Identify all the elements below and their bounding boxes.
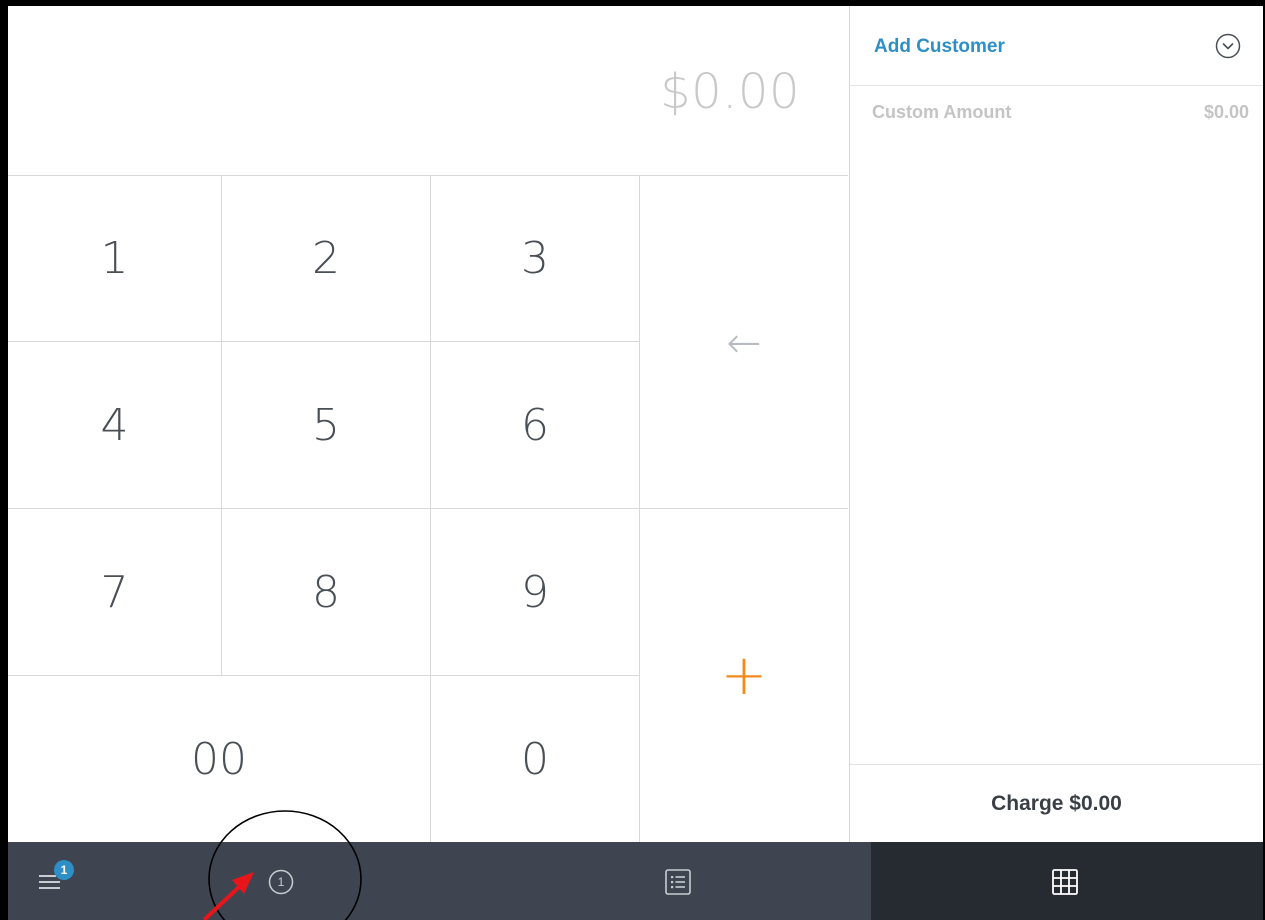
plus-icon: + [720, 643, 768, 708]
list-icon[interactable] [664, 868, 692, 896]
grid-icon[interactable] [1051, 868, 1079, 896]
bottom-nav-bar: 1 1 [8, 842, 1263, 920]
key-00[interactable]: 00 [8, 676, 431, 842]
register-screen: $0.00 1 2 3 4 5 6 7 8 9 00 0 ← + Add Cus… [8, 6, 1263, 920]
amount-display: $0.00 [8, 6, 848, 176]
backspace-key[interactable]: ← [640, 176, 848, 509]
cart-line-item[interactable]: Custom Amount $0.00 [850, 102, 1263, 132]
tab-count: 1 [277, 875, 285, 889]
numbered-circle-icon[interactable]: 1 [268, 869, 294, 895]
chevron-down-icon[interactable] [1215, 33, 1241, 59]
key-8[interactable]: 8 [222, 509, 431, 676]
notification-badge: 1 [54, 860, 74, 880]
backspace-arrow-icon: ← [726, 317, 762, 367]
customer-row: Add Customer [850, 6, 1263, 86]
key-2[interactable]: 2 [222, 176, 431, 342]
amount-value: $0.00 [660, 64, 800, 120]
key-6[interactable]: 6 [431, 342, 640, 509]
key-3[interactable]: 3 [431, 176, 640, 342]
line-item-price: $0.00 [1203, 102, 1249, 122]
key-5[interactable]: 5 [222, 342, 431, 509]
charge-button[interactable]: Charge $0.00 [850, 764, 1263, 842]
key-9[interactable]: 9 [431, 509, 640, 676]
key-7[interactable]: 7 [8, 509, 222, 676]
keypad: 1 2 3 4 5 6 7 8 9 00 0 ← + [8, 176, 848, 842]
cart-panel: Add Customer Custom Amount $0.00 Charge … [849, 6, 1263, 842]
add-customer-link[interactable]: Add Customer [874, 36, 1005, 58]
add-item-key[interactable]: + [640, 509, 848, 842]
key-1[interactable]: 1 [8, 176, 222, 342]
key-4[interactable]: 4 [8, 342, 222, 509]
line-item-name: Custom Amount [872, 102, 1012, 122]
key-0[interactable]: 0 [431, 676, 640, 842]
